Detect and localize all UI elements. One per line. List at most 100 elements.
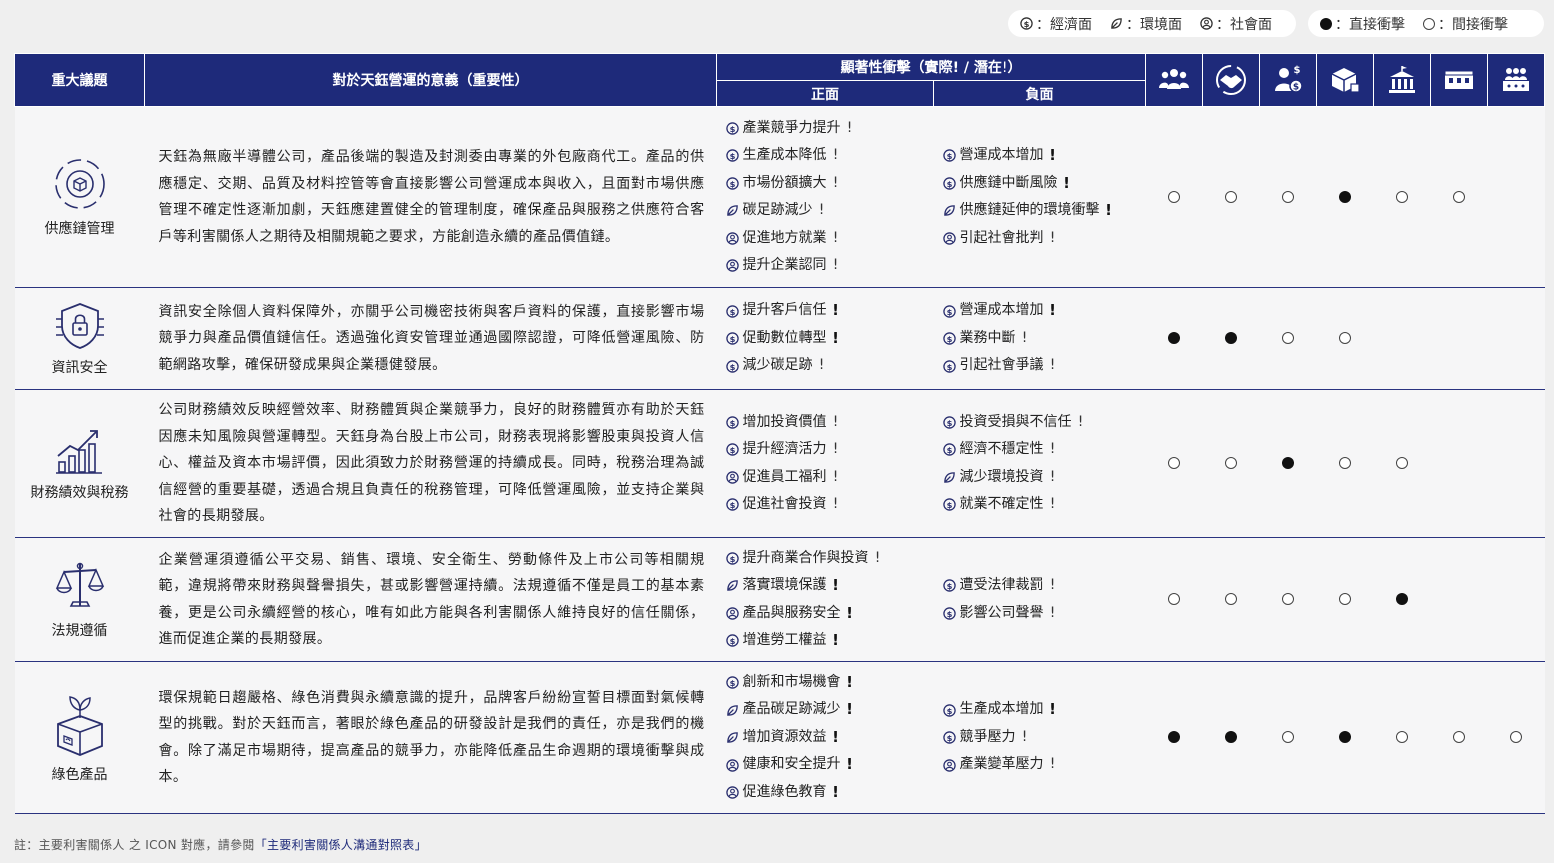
- actual-mark-icon: !: [846, 755, 853, 774]
- economic-icon: $: [725, 332, 739, 345]
- impact-item: $ 影響公司聲譽!: [942, 600, 1146, 628]
- actual-mark-icon: !: [846, 700, 853, 719]
- potential-mark-icon: !: [1049, 496, 1056, 512]
- impact-item: 產品與服務安全!: [725, 600, 934, 628]
- topic-name: 綠色產品: [51, 766, 108, 783]
- stakeholder-impact-cell: [1316, 106, 1374, 288]
- economic-icon: $: [725, 676, 739, 689]
- topic-name: 資訊安全: [51, 359, 108, 376]
- indirect-impact-dot: [1168, 190, 1181, 203]
- header-media: [1487, 53, 1546, 107]
- actual-mark-icon: !: [832, 727, 839, 746]
- topic-cell: 綠色產品: [14, 661, 145, 814]
- stakeholder-impact-cell: [1202, 106, 1260, 288]
- impact-item: 落實環境保護!: [726, 572, 934, 600]
- positive-impacts: $ 提升商業合作與投資! 落實環境保護! 產品與服務安全! $ 增進勞工權益!: [716, 537, 934, 662]
- actual-mark-icon: !: [1105, 201, 1112, 219]
- svg-text:$: $: [946, 418, 952, 428]
- svg-text:$: $: [729, 500, 735, 510]
- impact-text: 就業不確定性: [959, 496, 1044, 512]
- impact-item: $ 創新和市場機會!: [725, 669, 934, 697]
- topic-cell: 供應鏈管理: [14, 106, 145, 288]
- impact-text: 產品與服務安全: [742, 604, 841, 621]
- impact-text: 引起社會批判: [959, 229, 1044, 246]
- positive-impacts: $ 增加投資價值! $ 提升經濟活力! 促進員工福利! $ 促進社會投資!: [716, 389, 934, 538]
- topic-description: 資訊安全除個人資料保障外，亦關乎公司機密技術與客戶資料的保護，直接影響市場競爭力…: [144, 287, 717, 390]
- impact-item: $ 促動數位轉型!: [725, 325, 934, 353]
- svg-text:$: $: [729, 124, 735, 134]
- impact-item: $ 投資受損與不信任!: [942, 409, 1146, 437]
- economic-icon: $: [942, 416, 956, 429]
- negative-impacts: $ 營運成本增加! $ 業務中斷! $ 引起社會爭議!: [933, 287, 1146, 390]
- indirect-impact-dot: [1282, 731, 1295, 743]
- social-icon: [725, 259, 739, 272]
- economic-icon: $: [725, 634, 739, 647]
- actual-mark-icon: !: [832, 576, 839, 594]
- impact-item: $ 遭受法律裁罰!: [942, 572, 1146, 600]
- svg-text:$: $: [729, 678, 735, 688]
- impact-item: $ 提升商業合作與投資!: [725, 545, 934, 573]
- stakeholder-impact-cell: [1145, 661, 1203, 814]
- impact-text: 產業競爭力提升: [742, 119, 841, 136]
- impact-text: 提升企業認同: [742, 257, 827, 273]
- potential-mark-icon: !: [1049, 357, 1056, 374]
- impact-item: $ 引起社會爭議!: [942, 352, 1146, 380]
- customers-icon: [1216, 65, 1247, 95]
- economic-icon: $: [942, 304, 956, 318]
- info-security-icon: [15, 301, 145, 351]
- svg-text:$: $: [729, 179, 735, 189]
- impact-text: 遭受法律裁罰: [959, 577, 1044, 593]
- stakeholder-impact-cell: [1259, 287, 1317, 390]
- economic-icon: $: [725, 304, 739, 318]
- stakeholder-impact-cell: [1145, 537, 1203, 662]
- stakeholder-impact-cell: [1373, 661, 1431, 814]
- table-row: 資訊安全 資訊安全除個人資料保障外，亦關乎公司機密技術與客戶資料的保護，直接影響市…: [14, 287, 1545, 390]
- impact-item: 供應鏈延伸的環境衝擊!: [943, 197, 1146, 225]
- impact-item: 健康和安全提升!: [725, 751, 934, 779]
- header-customers: [1202, 53, 1261, 107]
- stakeholder-impact-cell: [1145, 389, 1203, 538]
- header-employees: [1145, 53, 1204, 107]
- impact-text: 減少環境投資: [959, 468, 1044, 485]
- legend-indirect: ：間接衝擊: [1423, 14, 1508, 34]
- impact-item: $ 提升經濟活力!: [725, 436, 934, 464]
- compliance-icon: [15, 560, 145, 614]
- potential-mark-icon: !: [832, 229, 839, 246]
- economic-icon: $: [942, 177, 956, 190]
- economic-icon: $: [942, 443, 956, 456]
- indirect-impact-dot: [1225, 593, 1238, 605]
- topic-description: 企業營運須遵循公平交易、銷售、環境、安全衛生、勞動條件及上市公司等相關規範，違規…: [144, 537, 717, 662]
- negative-impacts: $ 投資受損與不信任! $ 經濟不穩定性! 減少環境投資! $ 就業不確定性!: [933, 389, 1146, 538]
- stakeholder-impact-cell: [1430, 537, 1488, 662]
- impact-text: 增加資源效益: [742, 728, 827, 745]
- impact-text: 促動數位轉型: [742, 329, 827, 346]
- svg-text:$: $: [729, 418, 735, 428]
- stakeholder-impact-cell: [1202, 389, 1260, 538]
- legend-direct: ：直接衝擊: [1320, 14, 1405, 34]
- economic-icon: $: [942, 149, 956, 162]
- table-row: 綠色產品 環保規範日趨嚴格、綠色消費與永續意識的提升，品牌客戶紛紛宣誓目標面對氣候…: [14, 661, 1545, 814]
- header-impact-post: ）: [1007, 60, 1022, 76]
- legend-economic-label: ：經濟面: [1036, 16, 1092, 33]
- actual-mark-icon: !: [1049, 700, 1056, 719]
- topic-name: 供應鏈管理: [44, 221, 115, 237]
- legend-environment: ：環境面: [1110, 14, 1182, 34]
- environment-icon: [943, 471, 956, 484]
- header-government: [1373, 53, 1432, 107]
- stakeholder-impact-cell: [1259, 661, 1317, 814]
- direct-impact-dot: [1225, 332, 1238, 344]
- impact-text: 碳足跡減少: [742, 202, 813, 218]
- media-icon: [1503, 68, 1530, 91]
- actual-mark-icon: !: [846, 603, 853, 622]
- economic-icon: $: [725, 359, 739, 373]
- indirect-impact-dot: [1423, 17, 1435, 30]
- indirect-impact-dot: [1282, 593, 1295, 605]
- impact-item: $ 經濟不穩定性!: [942, 436, 1146, 464]
- actual-mark-icon: !: [832, 328, 839, 347]
- footnote-link[interactable]: 「主要利害關係人溝通對照表」: [255, 838, 427, 852]
- header-negative: 負面: [932, 80, 1147, 107]
- stakeholder-impact-cell: [1316, 287, 1374, 390]
- header-positive: 正面: [716, 80, 934, 107]
- economic-icon: $: [942, 703, 956, 717]
- actual-mark-icon: !: [1049, 301, 1056, 320]
